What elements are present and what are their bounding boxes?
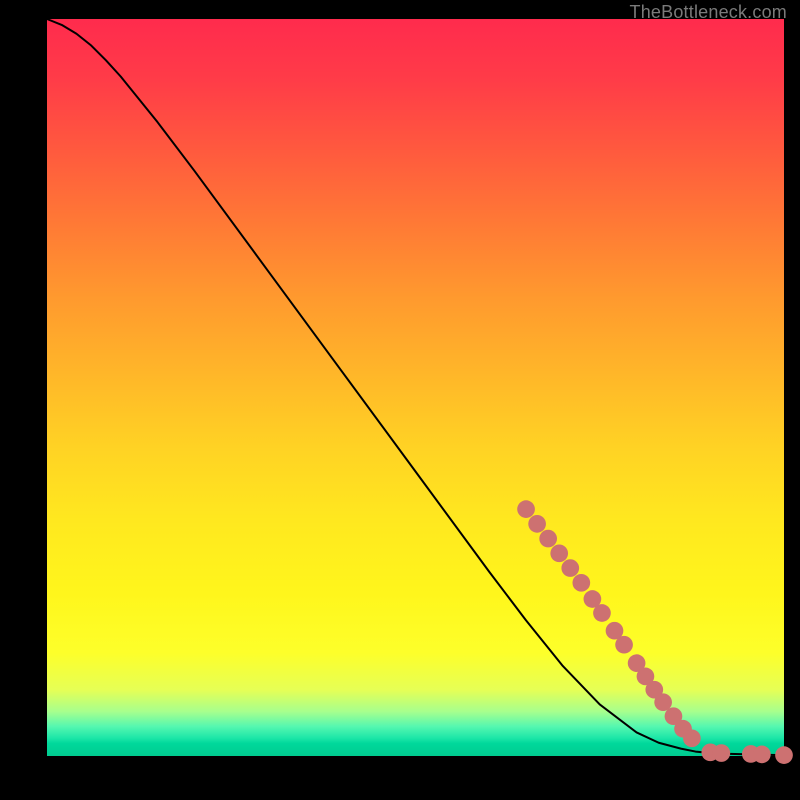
chart-marker (615, 636, 633, 654)
chart-marker (572, 574, 590, 592)
chart-marker (517, 500, 535, 518)
chart-marker (593, 604, 611, 622)
chart-curve (47, 19, 784, 755)
chart-marker (550, 544, 568, 562)
watermark-text: TheBottleneck.com (630, 2, 787, 23)
chart-marker (683, 729, 701, 747)
chart-markers (517, 500, 793, 764)
chart-marker (753, 746, 771, 764)
chart-stage: TheBottleneck.com (0, 0, 800, 800)
chart-marker (561, 559, 579, 577)
chart-marker (539, 530, 557, 548)
chart-marker (528, 515, 546, 533)
chart-marker (775, 746, 793, 764)
chart-plot-area (47, 19, 784, 756)
chart-marker (713, 744, 731, 762)
chart-svg (47, 19, 784, 756)
